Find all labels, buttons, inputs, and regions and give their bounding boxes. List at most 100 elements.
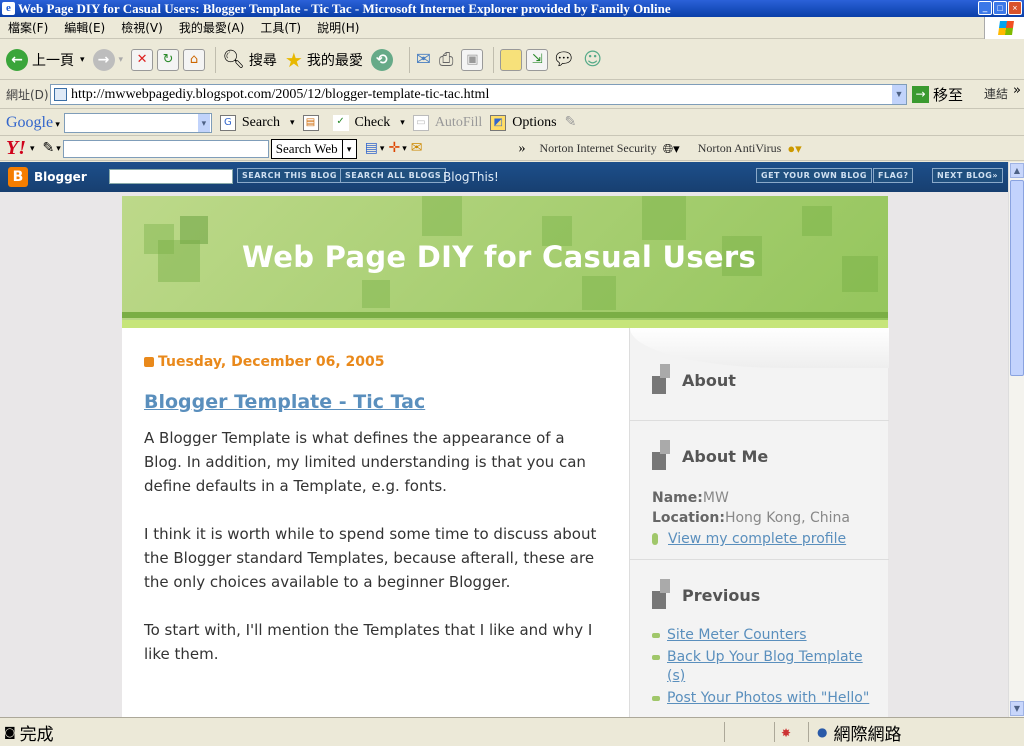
zone-text: 網際網路 (833, 724, 902, 745)
go-button[interactable]: → 移至 (912, 84, 963, 105)
refresh-icon[interactable]: ↻ (157, 48, 180, 71)
previous-post-item[interactable]: Post Your Photos with "Hello" (652, 689, 877, 708)
view-profile-link[interactable]: View my complete profile (652, 531, 846, 547)
norton-security-label[interactable]: Norton Internet Security (539, 141, 656, 156)
get-your-own-blog-button[interactable]: GET YOUR OWN BLOG (756, 168, 872, 183)
research-icon[interactable]: ⇲ (526, 48, 549, 71)
yahoo-target-icon[interactable]: ✛ (388, 140, 400, 157)
menu-view[interactable]: 檢視(V) (113, 19, 171, 36)
print-icon[interactable]: ⎙ (439, 49, 453, 70)
menu-bar: 檔案(F) 編輯(E) 檢視(V) 我的最愛(A) 工具(T) 說明(H) (0, 17, 1024, 39)
back-label: 上一頁 (32, 52, 74, 69)
header-stripe (122, 320, 888, 328)
previous-post-link[interactable]: Post Your Photos with "Hello" (667, 689, 869, 708)
flag-button[interactable]: FLAG? (873, 168, 914, 183)
menu-edit[interactable]: 編輯(E) (56, 19, 113, 36)
back-button[interactable]: ← 上一頁 ▾ (6, 48, 85, 71)
mail-icon[interactable]: ✉ (416, 49, 431, 70)
back-arrow-icon: ← (6, 48, 28, 71)
options-button[interactable]: ◩ Options (490, 114, 557, 131)
yahoo-pencil-icon[interactable]: ✎ (43, 140, 55, 157)
address-dropdown-icon[interactable]: ▼ (892, 85, 906, 104)
yahoo-more-chevron[interactable]: » (518, 141, 525, 157)
previous-post-item[interactable]: Back Up Your Blog Template (s) (652, 648, 877, 686)
search-all-blogs-button[interactable]: SEARCH ALL BLOGS (340, 168, 447, 183)
toolbar-separator (408, 46, 410, 73)
yahoo-logo[interactable]: Y! (6, 137, 26, 160)
yahoo-search-input[interactable] (62, 139, 269, 158)
standard-toolbar: ← 上一頁 ▾ → ▾ ✕ ↻ ⌂ 🔍︎ 搜尋 ★ 我的最愛 ⟲ ✉ ⎙ ▣ ⇲… (0, 40, 1024, 80)
norton-antivirus-label[interactable]: Norton AntiVirus (698, 141, 782, 156)
blogger-b-icon: B (8, 167, 28, 187)
google-search-label: Search (241, 114, 280, 130)
bullet-icon (652, 633, 660, 638)
scroll-down-icon[interactable]: ▼ (1010, 701, 1024, 716)
yahoo-layout-icon[interactable]: ▤ (365, 140, 378, 157)
blogger-logo-text: Blogger (34, 170, 87, 184)
forward-arrow-icon: → (92, 48, 115, 71)
blog-title[interactable]: Web Page DIY for Casual Users (242, 240, 756, 274)
norton-security-globe-icon[interactable]: 🌐︎▾ (663, 141, 680, 157)
favorites-button[interactable]: ★ 我的最愛 (285, 48, 363, 72)
next-blog-button[interactable]: NEXT BLOG» (932, 168, 1004, 183)
forward-button[interactable]: → ▾ (92, 48, 124, 71)
target-dropdown-icon[interactable]: ▾ (402, 143, 407, 154)
search-web-dropdown-icon[interactable]: ▾ (342, 138, 357, 159)
windows-logo (984, 17, 1024, 39)
scroll-thumb[interactable] (1010, 180, 1024, 376)
previous-heading-text: Previous (682, 585, 761, 605)
links-button[interactable]: 連結 (984, 85, 1008, 102)
stop-icon[interactable]: ✕ (131, 48, 154, 71)
autofill-button[interactable]: ▭ AutoFill (412, 114, 482, 131)
history-icon[interactable]: ⟲ (370, 48, 393, 71)
maximize-button[interactable]: □ (993, 1, 1007, 15)
post-paragraph: I think it is worth while to spend some … (144, 525, 597, 591)
yahoo-dropdown-icon[interactable]: ▾ (30, 143, 35, 154)
highlighter-icon[interactable]: ✎ (565, 114, 577, 131)
menu-favorites[interactable]: 我的最愛(A) (171, 19, 253, 36)
google-news-icon[interactable]: ▤ (302, 114, 319, 131)
forward-dropdown-icon: ▾ (118, 54, 124, 65)
menu-file[interactable]: 檔案(F) (0, 19, 56, 36)
vertical-scrollbar[interactable]: ▲ ▼ (1008, 162, 1024, 717)
sidebar: About About Me Name:MW Location:Hong Kon… (629, 328, 889, 717)
layout-dropdown-icon[interactable]: ▾ (380, 143, 385, 154)
blog-header: Web Page DIY for Casual Users (122, 196, 888, 328)
search-button[interactable]: 🔍︎ 搜尋 (222, 49, 277, 70)
previous-post-link[interactable]: Site Meter Counters (667, 626, 807, 645)
about-me-heading: About Me (652, 440, 768, 472)
blog-search-input[interactable] (109, 169, 233, 184)
google-logo[interactable]: Google ▾ (6, 114, 60, 132)
home-icon[interactable]: ⌂ (183, 48, 206, 71)
sidebar-divider (630, 420, 889, 421)
google-search-button[interactable]: G Search ▾ (219, 114, 295, 131)
messenger-people-icon[interactable]: ☺ (583, 49, 602, 70)
google-search-input[interactable] (63, 112, 212, 133)
close-button[interactable]: × (1008, 1, 1022, 15)
note-icon[interactable] (500, 48, 523, 71)
previous-post-link[interactable]: Back Up Your Blog Template (s) (667, 648, 877, 686)
menu-tools[interactable]: 工具(T) (252, 19, 309, 36)
messenger-bubble-icon[interactable]: 💬︎ (552, 49, 575, 70)
search-web-button[interactable]: Search Web (270, 138, 343, 159)
address-input[interactable]: http://mwwebpagediy.blogspot.com/2005/12… (50, 84, 907, 105)
post-title-link[interactable]: Blogger Template - Tic Tac (144, 390, 604, 414)
links-chevron-icon[interactable]: » (1013, 83, 1021, 98)
toolbar-separator (215, 46, 217, 73)
yahoo-mail-icon[interactable]: ✉ (411, 140, 423, 157)
blogger-logo[interactable]: B Blogger (8, 167, 87, 187)
spell-check-button[interactable]: ✓ Check ▾ (332, 114, 405, 131)
norton-antivirus-icon[interactable]: ●▾ (787, 141, 801, 157)
search-label: 搜尋 (248, 52, 277, 69)
scroll-up-icon[interactable]: ▲ (1010, 163, 1024, 178)
edit-icon[interactable]: ▣ (461, 48, 484, 71)
search-this-blog-button[interactable]: SEARCH THIS BLOG (237, 168, 342, 183)
menu-help[interactable]: 說明(H) (309, 19, 367, 36)
pencil-dropdown-icon[interactable]: ▾ (56, 143, 61, 154)
previous-post-item[interactable]: Site Meter Counters (652, 626, 877, 645)
popup-blocker-icon[interactable]: ✸ (781, 726, 791, 740)
ie-icon: e (2, 2, 15, 15)
minimize-button[interactable]: _ (978, 1, 992, 15)
google-search-dropdown-icon: ▾ (289, 117, 295, 127)
blogthis-link[interactable]: BlogThis! (443, 170, 499, 184)
